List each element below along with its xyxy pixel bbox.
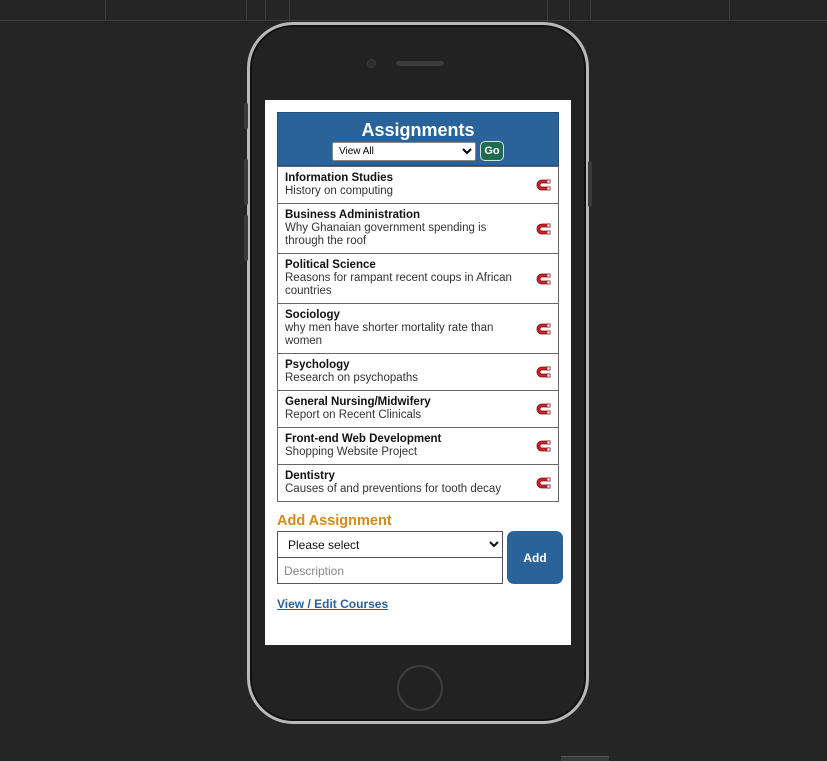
assignment-course: Political Science bbox=[285, 259, 376, 271]
ruler-tick bbox=[105, 0, 106, 20]
assignments-app: Assignments View All Go Information Stud… bbox=[277, 112, 563, 613]
assignment-course: Front-end Web Development bbox=[285, 433, 442, 445]
add-assignment-form: Please select Add bbox=[277, 531, 563, 585]
assignment-item: General Nursing/Midwifery Report on Rece… bbox=[278, 390, 558, 427]
ruler-tick bbox=[265, 0, 266, 20]
assignment-item: Sociology why men have shorter mortality… bbox=[278, 303, 558, 353]
home-button bbox=[397, 665, 443, 711]
speaker-grille bbox=[396, 61, 444, 66]
assignment-item: Political Science Reasons for rampant re… bbox=[278, 253, 558, 303]
ruler-tick bbox=[569, 0, 570, 20]
magnet-icon[interactable] bbox=[536, 223, 551, 235]
assignment-item: Business Administration Why Ghanaian gov… bbox=[278, 203, 558, 253]
phone-screen: Assignments View All Go Information Stud… bbox=[265, 100, 571, 645]
assignment-course: Psychology bbox=[285, 359, 350, 371]
magnet-icon[interactable] bbox=[536, 366, 551, 378]
description-input[interactable] bbox=[277, 557, 503, 584]
go-button[interactable]: Go bbox=[480, 141, 504, 161]
power-button bbox=[588, 161, 592, 207]
scroll-stub bbox=[561, 756, 609, 761]
volume-down-button bbox=[244, 215, 248, 261]
top-ruler bbox=[0, 0, 827, 21]
assignment-list: Information Studies History on computing… bbox=[277, 166, 559, 502]
filter-row: View All Go bbox=[278, 141, 558, 161]
magnet-icon[interactable] bbox=[536, 477, 551, 489]
magnet-icon[interactable] bbox=[536, 323, 551, 335]
assignment-course: Dentistry bbox=[285, 470, 335, 482]
assignment-description: History on computing bbox=[285, 185, 394, 197]
camera-icon bbox=[367, 59, 376, 68]
page-title: Assignments bbox=[361, 120, 475, 140]
assignment-description: Why Ghanaian government spending is thro… bbox=[285, 222, 487, 247]
ruler-tick bbox=[590, 0, 591, 20]
assignment-description: why men have shorter mortality rate than… bbox=[285, 322, 494, 347]
volume-up-button bbox=[244, 159, 248, 205]
add-button[interactable]: Add bbox=[507, 531, 563, 584]
magnet-icon[interactable] bbox=[536, 273, 551, 285]
assignment-description: Report on Recent Clinicals bbox=[285, 409, 422, 421]
assignment-course: Sociology bbox=[285, 309, 340, 321]
ruler-tick bbox=[289, 0, 290, 20]
assignment-course: General Nursing/Midwifery bbox=[285, 396, 431, 408]
assignment-description: Shopping Website Project bbox=[285, 446, 418, 458]
assignment-item: Dentistry Causes of and preventions for … bbox=[278, 464, 558, 501]
ruler-tick bbox=[729, 0, 730, 20]
mute-switch bbox=[244, 103, 248, 129]
magnet-icon[interactable] bbox=[536, 440, 551, 452]
ruler-tick bbox=[246, 0, 247, 20]
course-select[interactable]: Please select bbox=[277, 531, 503, 558]
assignment-course: Business Administration bbox=[285, 209, 421, 221]
assignment-item: Front-end Web Development Shopping Websi… bbox=[278, 427, 558, 464]
assignment-description: Research on psychopaths bbox=[285, 372, 418, 384]
assignment-description: Reasons for rampant recent coups in Afri… bbox=[285, 272, 512, 297]
ruler-tick bbox=[547, 0, 548, 20]
add-assignment-title: Add Assignment bbox=[277, 513, 392, 529]
magnet-icon[interactable] bbox=[536, 179, 551, 191]
assignment-item: Information Studies History on computing bbox=[278, 166, 558, 203]
course-filter-select[interactable]: View All bbox=[332, 141, 476, 161]
assignment-description: Causes of and preventions for tooth deca… bbox=[285, 483, 502, 495]
assignments-header: Assignments View All Go bbox=[277, 112, 559, 166]
magnet-icon[interactable] bbox=[536, 403, 551, 415]
assignment-item: Psychology Research on psychopaths bbox=[278, 353, 558, 390]
view-edit-courses-link[interactable]: View / Edit Courses bbox=[277, 597, 388, 611]
assignment-course: Information Studies bbox=[285, 172, 393, 184]
